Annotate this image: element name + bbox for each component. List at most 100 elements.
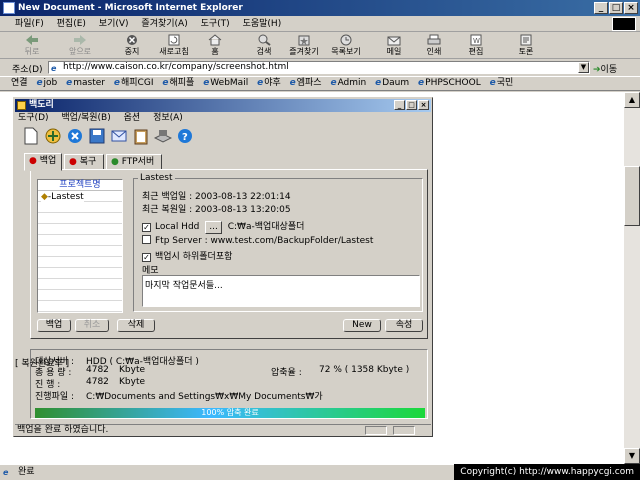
mail-send-icon[interactable] [110, 127, 128, 145]
app-title: 백도리 [29, 100, 54, 110]
link-empas[interactable]: 엠파스 [287, 77, 325, 90]
status-panel [393, 426, 415, 435]
project-list-header: 프로젝트명 [38, 180, 122, 191]
tab-bullet-icon: ● [29, 156, 37, 166]
title-bar: New Document - Microsoft Internet Explor… [0, 0, 640, 16]
local-hdd-path: C:₩a-백업대상폴더 [227, 222, 305, 232]
search-icon [258, 34, 271, 46]
progress-size-value: 4782 [86, 377, 109, 387]
ftp-server-checkbox[interactable] [142, 235, 151, 244]
cancel-button[interactable]: 취소 [75, 319, 109, 332]
app-menu-tools[interactable]: 도구(D) [18, 113, 49, 123]
svg-text:W: W [473, 37, 480, 45]
home-button[interactable]: 홈 [204, 34, 226, 58]
ie-icon [3, 2, 15, 14]
discuss-button[interactable]: 토론 [512, 34, 540, 58]
app-menu-backup-restore[interactable]: 백업/복원(B) [61, 113, 110, 123]
new-button[interactable]: New [343, 319, 381, 332]
app-menu-about[interactable]: 정보(A) [153, 113, 183, 123]
tab-restore[interactable]: ● 복구 [64, 154, 104, 170]
maximize-button[interactable]: □ [609, 2, 623, 14]
forward-button[interactable]: 앞으로 [62, 34, 98, 58]
links-label: 연결 [11, 78, 28, 88]
app-maximize-button[interactable]: □ [406, 100, 417, 110]
delete-button[interactable]: 삭제 [117, 319, 155, 332]
history-button[interactable]: 목록보기 [326, 34, 366, 58]
menu-help[interactable]: 도움말(H) [238, 16, 287, 32]
cancel-icon[interactable] [66, 127, 84, 145]
copyright-notice: Copyright(c) http://www.happycgi.com [454, 464, 640, 480]
link-yahoo[interactable]: 야후 [254, 77, 284, 90]
cross-arrows-icon[interactable] [44, 127, 62, 145]
link-phpschool[interactable]: PHPSCHOOL [415, 77, 484, 90]
tab-bullet-icon: ● [111, 157, 119, 167]
help-icon[interactable]: ? [176, 127, 194, 145]
tab-backup[interactable]: ● 백업 [24, 153, 62, 171]
app-menu-options[interactable]: 옵션 [124, 113, 141, 123]
link-happypeople[interactable]: 해피플 [159, 77, 197, 90]
refresh-button[interactable]: 새로고침 [154, 34, 194, 58]
memo-textarea[interactable]: 마지막 작업문서들... [142, 275, 420, 307]
current-file-value: C:₩Documents and Settings₩x₩My Documents… [86, 392, 323, 402]
app-minimize-button[interactable]: _ [394, 100, 405, 110]
link-kookmin[interactable]: 국민 [487, 77, 517, 90]
scroll-down-button[interactable]: ▼ [624, 448, 640, 464]
folder-bullet-icon: ◆ [41, 192, 48, 202]
link-daum[interactable]: Daum [372, 77, 412, 90]
browse-button[interactable]: ... [205, 221, 222, 234]
close-button[interactable]: × [624, 2, 638, 14]
project-item[interactable]: ◆-Lastest [41, 192, 84, 202]
menu-edit[interactable]: 편집(E) [52, 16, 91, 32]
menu-tools[interactable]: 도구(T) [196, 16, 235, 32]
back-button[interactable]: 뒤로 [18, 34, 46, 58]
address-input[interactable]: e http://www.caison.co.kr/company/screen… [48, 61, 590, 74]
edit-button[interactable]: W 편집 [462, 34, 490, 58]
group-title: Lastest [138, 173, 175, 183]
links-bar: 연결 job master 해피CGI 해피플 WebMail 야후 엠파스 A… [0, 76, 640, 91]
project-list[interactable]: 프로젝트명 ◆-Lastest [37, 179, 123, 313]
go-button[interactable]: ➔이동 [593, 62, 617, 75]
server-icon[interactable] [154, 127, 172, 145]
minimize-button[interactable]: _ [594, 2, 608, 14]
back-arrow-icon [26, 35, 38, 45]
app-status-text: 백업을 완료 하였습니다. [17, 425, 109, 435]
print-button[interactable]: 인쇄 [420, 34, 448, 58]
forward-arrow-icon [74, 35, 86, 45]
mail-button[interactable]: 메일 [380, 34, 408, 58]
link-webmail[interactable]: WebMail [200, 77, 251, 90]
local-hdd-row: ✓ Local Hdd ... C:₩a-백업대상폴더 [142, 221, 305, 234]
include-subfolders-checkbox[interactable]: ✓ [142, 253, 151, 262]
last-backup-date: 최근 백업일 : 2003-08-13 22:01:14 [142, 192, 291, 202]
backup-app-window: 백도리 _ □ × 도구(D) 백업/복원(B) 옵션 정보(A) ? ● 백업 [13, 97, 433, 437]
app-close-button[interactable]: × [418, 100, 429, 110]
link-job[interactable]: job [33, 77, 60, 90]
link-admin[interactable]: Admin [327, 77, 369, 90]
menu-favorites[interactable]: 즐겨찾기(A) [136, 16, 192, 32]
refresh-icon [168, 34, 180, 46]
go-arrow-icon: ➔ [593, 65, 601, 75]
search-button[interactable]: 검색 [250, 34, 278, 58]
menu-bar: 파일(F) 편집(E) 보기(V) 즐겨찾기(A) 도구(T) 도움말(H) [0, 16, 640, 32]
history-icon [340, 34, 352, 46]
menu-file[interactable]: 파일(F) [10, 16, 49, 32]
stop-button[interactable]: 중지 [118, 34, 146, 58]
menu-view[interactable]: 보기(V) [94, 16, 134, 32]
clipboard-icon[interactable] [132, 127, 150, 145]
link-master[interactable]: master [63, 77, 108, 90]
backup-button[interactable]: 백업 [37, 319, 71, 332]
address-dropdown-button[interactable]: ▼ [578, 62, 589, 73]
project-details-group: Lastest 최근 백업일 : 2003-08-13 22:01:14 최근 … [133, 173, 423, 312]
new-document-icon[interactable] [22, 127, 40, 145]
properties-button[interactable]: 속성 [385, 319, 423, 332]
vertical-scrollbar[interactable]: ▲ ▼ [624, 92, 640, 464]
favorites-icon [298, 35, 310, 46]
link-happycgi[interactable]: 해피CGI [111, 77, 157, 90]
progress-size-unit: Kbyte [119, 377, 146, 387]
scroll-up-button[interactable]: ▲ [624, 92, 640, 108]
tab-ftp-server[interactable]: ● FTP서버 [106, 154, 162, 170]
save-icon[interactable] [88, 127, 106, 145]
address-url: http://www.caison.co.kr/company/screensh… [63, 62, 289, 72]
local-hdd-checkbox[interactable]: ✓ [142, 223, 151, 232]
favorites-button[interactable]: 즐겨찾기 [284, 34, 324, 58]
scroll-thumb[interactable] [624, 166, 640, 226]
